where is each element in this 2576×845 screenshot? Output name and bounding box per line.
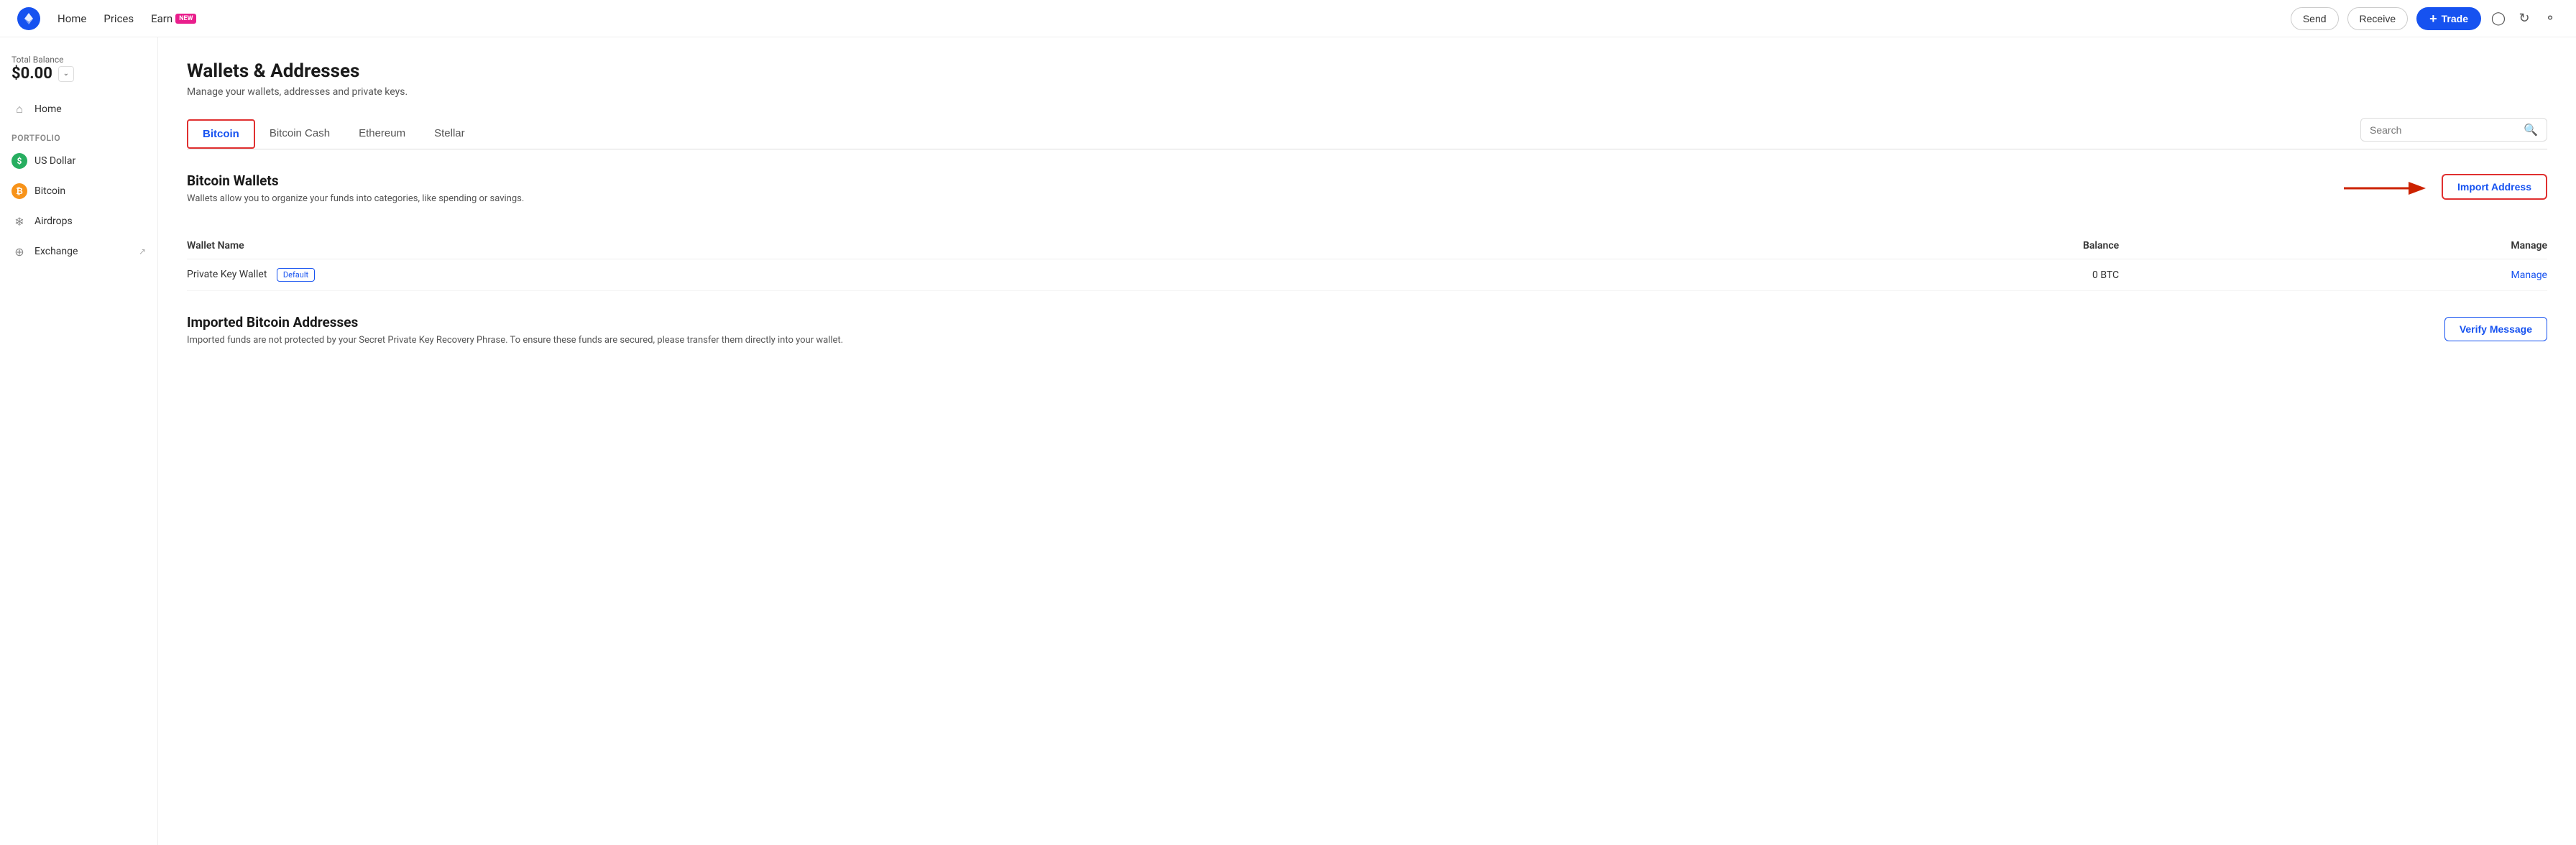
tab-bitcoin[interactable]: Bitcoin (187, 119, 255, 149)
sidebar-item-usd[interactable]: $ US Dollar (0, 146, 157, 176)
new-badge: NEW (175, 14, 196, 24)
usd-icon: $ (12, 153, 27, 169)
imported-section-header: Imported Bitcoin Addresses Imported fund… (187, 314, 843, 357)
airdrops-icon: ❄ (12, 213, 27, 229)
imported-section: Imported Bitcoin Addresses Imported fund… (187, 314, 2547, 357)
search-input[interactable] (2370, 124, 2524, 136)
search-wrap: 🔍 (2360, 118, 2547, 149)
wallet-name: Private Key Wallet (187, 269, 267, 280)
wallets-section-desc: Wallets allow you to organize your funds… (187, 193, 524, 204)
balance-label: Total Balance (12, 55, 146, 65)
tab-bitcoin-cash[interactable]: Bitcoin Cash (255, 120, 344, 147)
sidebar-balance: Total Balance $0.00 ⌄ (0, 49, 157, 94)
wallets-section-header: Bitcoin Wallets Wallets allow you to org… (187, 172, 524, 218)
sidebar-exchange-label: Exchange (34, 246, 78, 257)
page-title: Wallets & Addresses (187, 60, 2547, 82)
nav-links: Home Prices Earn NEW (58, 12, 196, 25)
search-icon[interactable]: 🔍 (2524, 123, 2538, 137)
wallet-name-cell: Private Key Wallet Default (187, 259, 1694, 291)
red-arrow-annotation (2344, 175, 2430, 201)
sidebar-item-exchange[interactable]: ⊕ Exchange ↗ (0, 236, 157, 267)
refresh-icon[interactable]: ↻ (2516, 10, 2533, 27)
import-address-button[interactable]: Import Address (2442, 174, 2547, 200)
exchange-icon: ⊕ (12, 244, 27, 259)
wallet-balance-cell: 0 BTC (1694, 259, 2119, 291)
trade-button[interactable]: + Trade (2416, 7, 2481, 30)
sidebar-bitcoin-label: Bitcoin (34, 185, 65, 197)
logo[interactable] (17, 7, 40, 30)
imported-section-desc: Imported funds are not protected by your… (187, 335, 843, 346)
table-row: Private Key Wallet Default 0 BTC Manage (187, 259, 2547, 291)
sidebar-home-label: Home (34, 103, 62, 115)
main-content: Wallets & Addresses Manage your wallets,… (158, 37, 2576, 845)
sidebar-item-home[interactable]: ⌂ Home (0, 94, 157, 124)
user-icon[interactable]: ⚬ (2542, 10, 2559, 27)
table-header-row: Wallet Name Balance Manage (187, 233, 2547, 259)
sidebar: Total Balance $0.00 ⌄ ⌂ Home Portfolio $… (0, 37, 158, 845)
wallet-table: Wallet Name Balance Manage Private Key W… (187, 233, 2547, 291)
earn-label: Earn (151, 12, 172, 25)
top-navigation: Home Prices Earn NEW Send Receive + Trad… (0, 0, 2576, 37)
manage-link[interactable]: Manage (2511, 269, 2547, 281)
verify-message-button[interactable]: Verify Message (2444, 317, 2547, 341)
sidebar-airdrops-label: Airdrops (34, 216, 73, 227)
trade-label: Trade (2442, 13, 2468, 24)
wallet-manage-cell: Manage (2119, 259, 2547, 291)
portfolio-section-label: Portfolio (0, 124, 157, 146)
page-layout: Total Balance $0.00 ⌄ ⌂ Home Portfolio $… (0, 37, 2576, 845)
receive-button[interactable]: Receive (2347, 7, 2409, 30)
tabs-row: Bitcoin Bitcoin Cash Ethereum Stellar 🔍 (187, 118, 2547, 149)
page-subtitle: Manage your wallets, addresses and priva… (187, 86, 2547, 98)
topnav-right: Send Receive + Trade ◯ ↻ ⚬ (2291, 7, 2559, 30)
trade-plus-icon: + (2429, 12, 2437, 25)
wallets-section: Bitcoin Wallets Wallets allow you to org… (187, 172, 2547, 291)
tab-ethereum[interactable]: Ethereum (344, 120, 420, 147)
balance-amount: $0.00 (12, 65, 52, 83)
verify-btn-container: Verify Message (2444, 317, 2547, 341)
btc-icon: ₿ (12, 183, 27, 199)
balance-row: $0.00 ⌄ (12, 65, 146, 83)
default-badge: Default (277, 268, 315, 282)
wallets-section-title: Bitcoin Wallets (187, 172, 524, 189)
col-manage: Manage (2119, 233, 2547, 259)
imported-section-title: Imported Bitcoin Addresses (187, 314, 843, 331)
import-btn-container: Import Address (2344, 172, 2547, 201)
sidebar-usd-label: US Dollar (34, 155, 75, 167)
tab-stellar[interactable]: Stellar (420, 120, 479, 147)
external-link-icon: ↗ (139, 246, 146, 257)
mobile-icon[interactable]: ◯ (2490, 10, 2507, 27)
col-wallet-name: Wallet Name (187, 233, 1694, 259)
search-box: 🔍 (2360, 118, 2547, 142)
nav-prices[interactable]: Prices (104, 12, 134, 25)
balance-chevron[interactable]: ⌄ (58, 66, 74, 82)
sidebar-item-airdrops[interactable]: ❄ Airdrops (0, 206, 157, 236)
nav-earn[interactable]: Earn NEW (151, 12, 196, 25)
nav-home[interactable]: Home (58, 12, 86, 25)
send-button[interactable]: Send (2291, 7, 2339, 30)
col-balance: Balance (1694, 233, 2119, 259)
sidebar-item-bitcoin[interactable]: ₿ Bitcoin (0, 176, 157, 206)
home-icon: ⌂ (12, 101, 27, 117)
